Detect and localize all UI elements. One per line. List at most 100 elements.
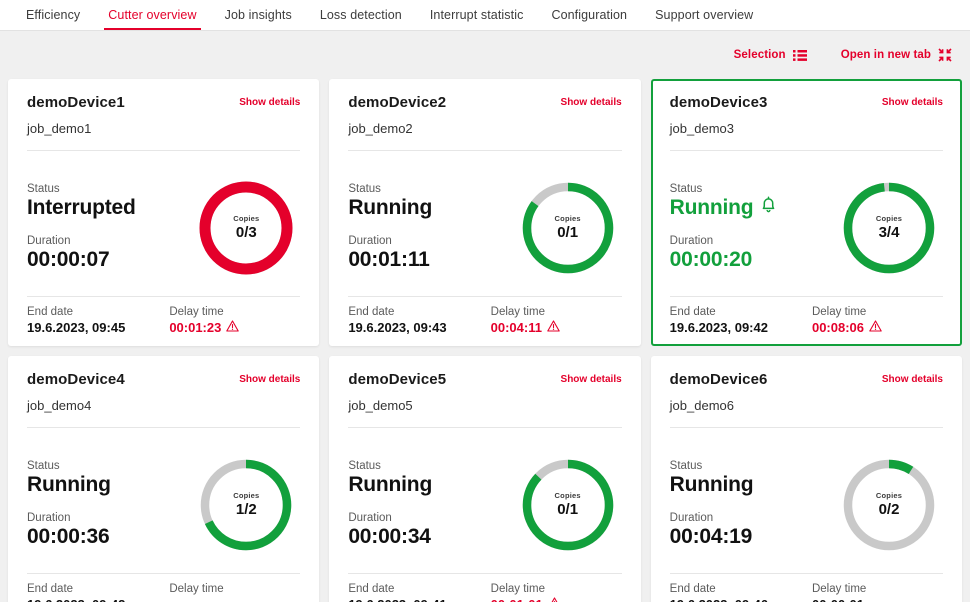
- nav-tab-loss-detection[interactable]: Loss detection: [306, 0, 416, 30]
- status-value: Interrupted: [27, 195, 136, 219]
- show-details-link[interactable]: Show details: [239, 94, 300, 108]
- duration-label: Duration: [669, 235, 714, 247]
- end-date-label: End date: [27, 306, 74, 318]
- card-metrics: Status Interrupted Duration 00:00:07: [27, 183, 136, 272]
- job-name: job_demo3: [669, 121, 734, 136]
- donut-center: Copies 1/2: [198, 457, 294, 553]
- delay-time-value: 00:08:06: [811, 320, 865, 335]
- copies-label: Copies: [875, 214, 903, 223]
- status-value: Running: [348, 195, 433, 219]
- copies-value: 1/2: [235, 501, 257, 518]
- delay-time-value-row: 00:00:01: [812, 597, 866, 602]
- card-header: demoDevice4 Show details: [27, 371, 300, 388]
- duration-label: Duration: [348, 512, 392, 524]
- nav-tab-support-overview[interactable]: Support overview: [641, 0, 767, 30]
- nav-tab-configuration[interactable]: Configuration: [537, 0, 641, 30]
- end-date-value: 19.6.2023, 09:43: [348, 320, 447, 335]
- end-date-value: 19.6.2023, 09:42: [27, 597, 125, 602]
- end-date-value: 19.6.2023, 09:42: [669, 320, 768, 335]
- nav-tab-interrupt-statistic[interactable]: Interrupt statistic: [416, 0, 538, 30]
- show-details-link[interactable]: Show details: [561, 371, 622, 385]
- copies-progress-donut: Copies 1/2: [198, 457, 294, 553]
- donut-center: Copies 0/1: [520, 180, 616, 276]
- device-name: demoDevice4: [27, 371, 125, 388]
- main-navigation: Efficiency Cutter overview Job insights Los…: [0, 0, 970, 31]
- status-metric: Status Running: [348, 460, 432, 497]
- device-name: demoDevice2: [348, 94, 447, 111]
- delay-time-value: 00:00:01: [812, 597, 864, 602]
- warning-icon: [548, 597, 561, 602]
- card-metrics: Status Running Duration 00:00:20: [670, 183, 778, 272]
- status-metric: Status Running: [348, 183, 432, 220]
- job-name: job_demo5: [348, 398, 413, 413]
- device-card[interactable]: demoDevice5 Show details job_demo5 Status Ru…: [329, 356, 641, 602]
- selection-button[interactable]: Selection: [734, 49, 807, 62]
- delay-time-label: Delay time: [169, 306, 224, 318]
- end-date-block: End date 19.6.2023, 09:42: [27, 583, 125, 602]
- end-date-label: End date: [27, 583, 74, 595]
- end-date-block: End date 19.6.2023, 09:46: [670, 583, 768, 602]
- collapse-arrows-icon: [938, 48, 952, 62]
- delay-time-value: -: [169, 597, 173, 602]
- device-card[interactable]: demoDevice6 Show details job_demo6 Status Ru…: [650, 356, 962, 602]
- delay-time-value: 00:01:23: [169, 320, 222, 335]
- card-metrics: Status Running Duration 00:04:19: [670, 460, 754, 549]
- status-value-row: Running: [670, 473, 754, 497]
- status-value-row: Running: [348, 473, 432, 497]
- delay-time-block: Delay time 00:01:01: [491, 583, 561, 602]
- card-footer: End date 19.6.2023, 09:45 Delay time 00:01:…: [27, 296, 301, 335]
- status-metric: Status Running: [670, 183, 778, 220]
- bell-icon: [760, 196, 777, 220]
- status-value: Running: [27, 472, 111, 496]
- delay-time-label: Delay time: [169, 583, 224, 595]
- device-name: demoDevice5: [348, 371, 447, 388]
- end-date-label: End date: [348, 306, 395, 318]
- duration-value: 00:04:19: [669, 525, 753, 548]
- card-body: Status Running Duration 00:00:36 Copies 1/2: [27, 428, 300, 573]
- nav-tab-cutter-overview[interactable]: Cutter overview: [94, 0, 210, 30]
- device-card[interactable]: demoDevice2 Show details job_demo2 Status Ru…: [329, 79, 641, 346]
- device-name: demoDevice3: [669, 94, 768, 111]
- card-footer: End date 19.6.2023, 09:43 Delay time 00:04:…: [348, 296, 622, 335]
- delay-time-label: Delay time: [490, 583, 545, 595]
- card-footer: End date 19.6.2023, 09:46 Delay time 00:00:…: [669, 573, 943, 602]
- show-details-link[interactable]: Show details: [561, 94, 622, 108]
- status-label: Status: [669, 182, 703, 195]
- card-header: demoDevice2 Show details: [348, 94, 621, 111]
- open-in-new-tab-button[interactable]: Open in new tab: [841, 48, 952, 62]
- copies-value: 3/4: [878, 224, 900, 241]
- show-details-link[interactable]: Show details: [882, 371, 943, 385]
- duration-value: 00:00:34: [348, 525, 431, 548]
- status-value-row: Running: [348, 196, 432, 220]
- copies-progress-donut: Copies 0/2: [841, 457, 937, 553]
- delay-time-label: Delay time: [490, 306, 545, 318]
- device-card[interactable]: demoDevice4 Show details job_demo4 Status Ru…: [8, 356, 320, 602]
- status-label: Status: [348, 459, 381, 472]
- device-card[interactable]: demoDevice1 Show details job_demo1 Status In…: [8, 79, 320, 346]
- duration-metric: Duration 00:00:34: [348, 512, 432, 549]
- job-name: job_demo2: [348, 121, 413, 136]
- duration-metric: Duration 00:01:11: [348, 235, 432, 272]
- nav-tab-job-insights[interactable]: Job insights: [211, 0, 306, 30]
- card-metrics: Status Running Duration 00:01:11: [348, 183, 432, 272]
- card-body: Status Interrupted Duration 00:00:07 Copies 0…: [27, 151, 300, 296]
- copies-progress-donut: Copies 0/1: [520, 180, 616, 276]
- duration-label: Duration: [27, 235, 71, 247]
- status-label: Status: [669, 459, 703, 472]
- donut-center: Copies 0/2: [841, 457, 937, 553]
- copies-value: 0/1: [557, 501, 579, 518]
- show-details-link[interactable]: Show details: [239, 371, 300, 385]
- donut-center: Copies 3/4: [841, 180, 937, 276]
- device-name: demoDevice6: [669, 371, 768, 388]
- end-date-block: End date 19.6.2023, 09:41: [348, 583, 446, 602]
- nav-tab-efficiency[interactable]: Efficiency: [12, 0, 94, 30]
- end-date-block: End date 19.6.2023, 09:42: [670, 306, 768, 335]
- card-header: demoDevice6 Show details: [670, 371, 943, 388]
- delay-time-block: Delay time -: [169, 583, 223, 602]
- status-label: Status: [27, 459, 60, 472]
- copies-label: Copies: [875, 491, 903, 500]
- device-card[interactable]: demoDevice3 Show details job_demo3 Status Ru…: [650, 79, 962, 346]
- delay-time-value-row: 00:04:11: [491, 320, 560, 335]
- delay-time-block: Delay time 00:00:01: [812, 583, 866, 602]
- show-details-link[interactable]: Show details: [882, 94, 943, 108]
